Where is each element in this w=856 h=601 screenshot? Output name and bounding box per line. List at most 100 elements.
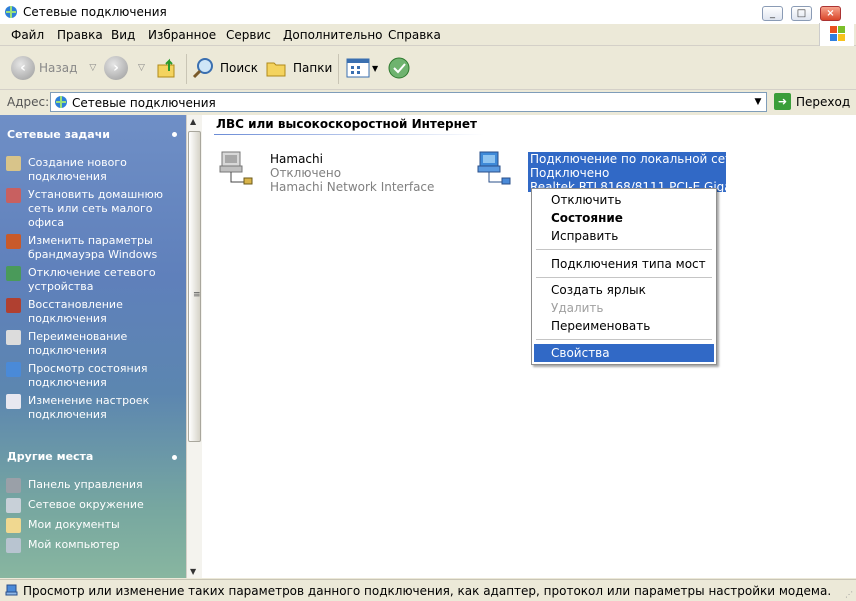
ctx-delete: Удалить <box>551 301 604 315</box>
connection-status: Подключено <box>530 166 610 180</box>
search-label: Поиск <box>220 61 259 75</box>
task-pane: Сетевые задачи Создание нового подключен… <box>0 115 186 578</box>
forward-button[interactable]: › ▽ <box>104 55 145 81</box>
chevron-down-icon[interactable]: ▼ <box>372 64 378 73</box>
task-disable-device[interactable]: Отключение сетевого устройства <box>6 266 184 294</box>
explorer-window: Сетевые подключения _ □ × Файл Правка Ви… <box>0 0 856 601</box>
address-bar: Адрес: Сетевые подключения ▼ ➜ Переход <box>0 91 856 113</box>
search-icon <box>192 58 213 79</box>
other-places-header[interactable]: Другие места <box>7 450 93 463</box>
go-button[interactable]: ➜ Переход <box>774 93 850 110</box>
place-control-panel[interactable]: Панель управления <box>6 478 184 493</box>
collapse-icon[interactable] <box>172 455 177 460</box>
minimize-button[interactable]: _ <box>762 6 783 21</box>
disable-device-icon <box>6 266 21 281</box>
new-connection-icon <box>6 156 21 171</box>
settings-icon <box>6 394 21 409</box>
ctx-rename[interactable]: Переименовать <box>534 317 714 335</box>
group-header: ЛВС или высокоскоростной Интернет <box>216 117 477 131</box>
status-icon <box>6 362 21 377</box>
window-title: Сетевые подключения <box>23 5 167 19</box>
back-arrow-icon: ‹ <box>11 56 35 80</box>
home-network-icon <box>6 188 21 203</box>
search-button[interactable]: Поиск <box>192 55 258 81</box>
ctx-repair[interactable]: Исправить <box>534 227 714 245</box>
windows-logo-icon <box>819 23 854 46</box>
collapse-icon[interactable] <box>172 132 177 137</box>
menu-view[interactable]: Вид <box>111 28 135 42</box>
go-arrow-icon: ➜ <box>774 93 791 110</box>
sidebar-scrollbar[interactable]: ▲ ≡ ▼ <box>186 115 202 578</box>
menu-edit[interactable]: Правка <box>57 28 103 42</box>
toolbar: ‹ Назад ▽ › ▽ Поиск Папки ▼ <box>0 47 856 90</box>
place-network-places[interactable]: Сетевое окружение <box>6 498 184 513</box>
menu-tools[interactable]: Сервис <box>226 28 271 42</box>
sync-button[interactable] <box>387 55 411 81</box>
forward-arrow-icon: › <box>104 56 128 80</box>
connection-status: Отключено <box>270 166 342 180</box>
menu-advanced[interactable]: Дополнительно <box>283 28 383 42</box>
chevron-down-icon[interactable]: ▽ <box>89 63 96 73</box>
maximize-button[interactable]: □ <box>791 6 812 21</box>
task-home-network[interactable]: Установить домашнюю сеть или сеть малого… <box>6 188 184 230</box>
computer-icon <box>6 538 21 553</box>
network-adapter-connected-icon <box>477 151 511 185</box>
menu-help[interactable]: Справка <box>388 28 441 42</box>
views-icon <box>346 58 370 78</box>
network-tasks-header[interactable]: Сетевые задачи <box>7 128 110 141</box>
ctx-create-shortcut[interactable]: Создать ярлык <box>534 281 714 299</box>
status-bar: Просмотр или изменение таких параметров … <box>0 579 856 601</box>
firewall-icon <box>6 234 21 249</box>
address-value: Сетевые подключения <box>72 96 216 110</box>
go-label: Переход <box>796 94 851 109</box>
context-menu: Отключить Состояние Исправить Подключени… <box>531 188 717 365</box>
title-bar[interactable]: Сетевые подключения _ □ × <box>0 0 856 24</box>
connections-list: ЛВС или высокоскоростной Интернет Hamach… <box>202 115 856 578</box>
place-my-computer[interactable]: Мой компьютер <box>6 538 184 553</box>
folders-button[interactable]: Папки <box>265 55 332 81</box>
status-text: Просмотр или изменение таких параметров … <box>23 584 832 598</box>
folders-icon <box>266 62 286 77</box>
documents-icon <box>6 518 21 533</box>
chevron-down-icon[interactable]: ▽ <box>138 63 145 73</box>
repair-icon <box>6 298 21 313</box>
back-label: Назад <box>39 61 78 75</box>
network-connections-icon <box>5 6 17 18</box>
close-button[interactable]: × <box>820 6 841 21</box>
address-field[interactable]: Сетевые подключения ▼ <box>50 92 767 112</box>
task-repair[interactable]: Восстановление подключения <box>6 298 184 326</box>
scroll-up-icon[interactable]: ▲ <box>190 117 196 126</box>
task-rename[interactable]: Переименование подключения <box>6 330 184 358</box>
views-button[interactable]: ▼ <box>346 55 378 81</box>
scroll-down-icon[interactable]: ▼ <box>190 567 196 576</box>
menu-bar: Файл Правка Вид Избранное Сервис Дополни… <box>0 24 856 46</box>
address-label: Адрес: <box>7 95 50 109</box>
chevron-down-icon[interactable]: ▼ <box>752 95 764 109</box>
network-places-icon <box>6 498 21 513</box>
sync-icon <box>388 57 410 79</box>
task-status[interactable]: Просмотр состояния подключения <box>6 362 184 390</box>
folders-label: Папки <box>293 61 333 75</box>
network-adapter-disabled-icon <box>219 151 253 185</box>
connection-device: Hamachi Network Interface <box>270 180 435 194</box>
ctx-bridge[interactable]: Подключения типа мост <box>534 255 714 273</box>
task-new-connection[interactable]: Создание нового подключения <box>6 156 184 184</box>
rename-icon <box>6 330 21 345</box>
task-firewall[interactable]: Изменить параметры брандмауэра Windows <box>6 234 184 262</box>
task-settings[interactable]: Изменение настроек подключения <box>6 394 184 422</box>
network-connections-icon <box>55 96 67 108</box>
scroll-thumb[interactable]: ≡ <box>188 131 201 442</box>
connection-name: Подключение по локальной сети <box>530 152 726 166</box>
connection-name: Hamachi <box>270 152 323 166</box>
menu-file[interactable]: Файл <box>11 28 44 42</box>
back-button[interactable]: ‹ Назад ▽ <box>11 55 96 81</box>
resize-grip-icon[interactable]: ⋰ <box>845 590 853 599</box>
ctx-properties[interactable]: Свойства <box>534 344 714 362</box>
up-folder-button[interactable] <box>156 55 178 81</box>
place-my-documents[interactable]: Мои документы <box>6 518 184 533</box>
ctx-disconnect[interactable]: Отключить <box>534 191 714 209</box>
up-folder-icon <box>157 58 175 78</box>
menu-favorites[interactable]: Избранное <box>148 28 216 42</box>
ctx-status[interactable]: Состояние <box>534 209 714 227</box>
control-panel-icon <box>6 478 21 493</box>
